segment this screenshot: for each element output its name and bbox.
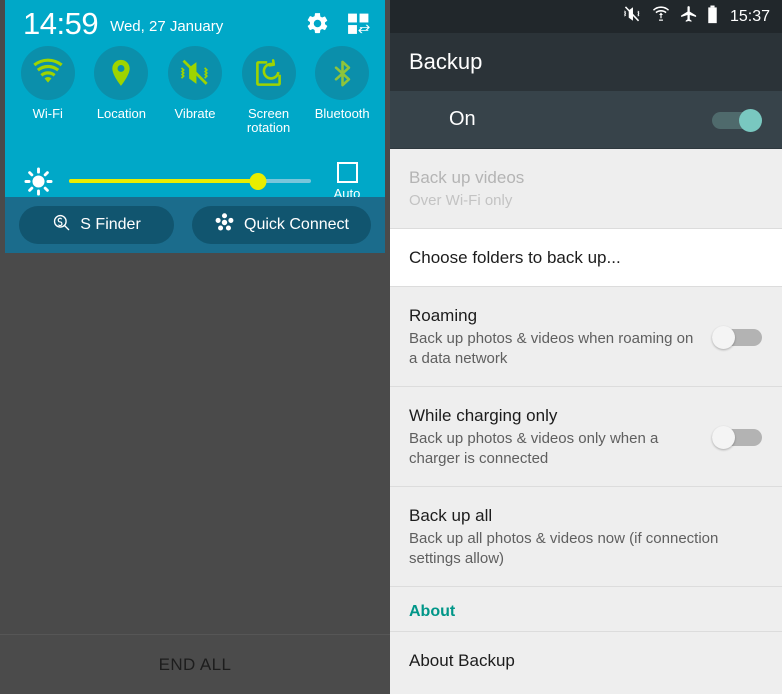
status-bar-clock: 15:37 xyxy=(729,7,770,25)
end-all-bar[interactable]: END ALL xyxy=(0,634,390,694)
settings-row-back-up-videos: Back up videos Over Wi-Fi only xyxy=(390,149,782,228)
airplane-mode-icon xyxy=(679,5,698,29)
settings-row-choose-folders[interactable]: Choose folders to back up... xyxy=(390,229,782,286)
toggle-knob xyxy=(712,325,735,349)
quick-toggle-bluetooth[interactable]: Bluetooth xyxy=(305,46,379,156)
location-pin-icon xyxy=(112,59,131,86)
quick-connect-icon xyxy=(214,212,235,238)
settings-row-roaming[interactable]: Roaming Back up photos & videos when roam… xyxy=(390,287,782,386)
row-title: Roaming xyxy=(409,306,478,325)
quick-toggle-label: Wi-Fi xyxy=(32,106,63,121)
backup-settings-panel: 15:37 Backup On Back up videos Over Wi-Fi… xyxy=(390,0,782,694)
settings-list: Back up videos Over Wi-Fi only Choose fold… xyxy=(390,149,782,689)
row-subtitle: Over Wi-Fi only xyxy=(409,192,513,209)
quick-toggle-label: Bluetooth xyxy=(314,106,370,121)
toggle-circle xyxy=(94,46,149,100)
quick-toggle-vibrate[interactable]: Vibrate xyxy=(158,46,232,156)
row-title: Back up videos xyxy=(409,168,525,187)
backup-master-label: On xyxy=(449,108,476,130)
shade-action-bar: S Finder Quick Connect xyxy=(5,197,385,253)
row-title: Back up all xyxy=(409,506,493,525)
toggle-circle xyxy=(241,46,296,100)
quick-toggle-label: Vibrate xyxy=(174,106,216,121)
auto-brightness-checkbox[interactable] xyxy=(336,161,358,183)
brightness-slider[interactable] xyxy=(69,171,311,191)
backup-master-toggle[interactable] xyxy=(712,108,762,132)
settings-row-while-charging-only[interactable]: While charging only Back up photos & vide… xyxy=(390,387,782,486)
brightness-sun-icon xyxy=(21,166,55,196)
s-finder-button[interactable]: S Finder xyxy=(19,206,175,244)
section-header-about: About xyxy=(390,587,782,631)
settings-row-about-backup[interactable]: About Backup xyxy=(390,632,782,689)
shade-clock: 14:59 xyxy=(23,5,99,41)
quick-connect-label: Quick Connect xyxy=(244,216,349,233)
toggle-knob xyxy=(739,108,762,132)
toggle-circle xyxy=(167,46,222,100)
row-title: About Backup xyxy=(409,651,515,670)
system-status-bar: 15:37 xyxy=(390,0,782,33)
slider-fill xyxy=(69,179,258,183)
toggle-circle xyxy=(20,46,75,100)
row-subtitle: Back up photos & videos when roaming on … xyxy=(409,330,694,367)
vibrate-mute-icon xyxy=(180,59,208,85)
page-title: Backup xyxy=(409,49,483,74)
slider-knob[interactable] xyxy=(249,172,267,190)
quick-toggle-wifi[interactable]: Wi-Fi xyxy=(11,46,85,156)
action-bar: Backup xyxy=(390,33,782,91)
quick-settings-edit-icon[interactable] xyxy=(346,11,371,36)
brightness-auto-control[interactable]: Auto xyxy=(325,161,369,201)
screenshot-root: 14:59 Wed, 27 January Wi-Fi Location Vib… xyxy=(0,0,782,694)
section-header-label: About xyxy=(409,603,456,620)
quick-toggle-row: Wi-Fi Location Vibrate Screen rotation B… xyxy=(5,46,385,156)
quick-settings-shade: 14:59 Wed, 27 January Wi-Fi Location Vib… xyxy=(5,0,385,253)
row-title: Choose folders to back up... xyxy=(409,248,621,267)
quick-connect-button[interactable]: Quick Connect xyxy=(192,206,371,244)
quick-toggle-label-line1: Screen xyxy=(247,106,290,121)
row-title: While charging only xyxy=(409,406,558,425)
vibrate-mute-icon xyxy=(621,5,643,28)
quick-toggle-screen-rotation[interactable]: Screen rotation xyxy=(232,46,306,156)
wifi-transfer-icon xyxy=(652,5,670,28)
toggle-roaming[interactable] xyxy=(712,325,762,349)
s-finder-search-icon xyxy=(52,213,71,237)
row-subtitle: Back up photos & videos only when a char… xyxy=(409,430,659,467)
wifi-icon xyxy=(33,58,63,83)
row-text: Choose folders to back up... xyxy=(409,246,762,269)
quick-toggle-location[interactable]: Location xyxy=(85,46,159,156)
shade-status-bar: 14:59 Wed, 27 January xyxy=(5,0,385,46)
quick-settings-panel: 14:59 Wed, 27 January Wi-Fi Location Vib… xyxy=(0,0,390,694)
toggle-while-charging-only[interactable] xyxy=(712,425,762,449)
row-text: Roaming Back up photos & videos when roam… xyxy=(409,304,712,369)
screen-rotation-icon xyxy=(256,58,281,86)
quick-toggle-label-line2: rotation xyxy=(246,120,291,135)
quick-toggle-label: Screen rotation xyxy=(247,107,290,135)
bluetooth-icon xyxy=(334,60,350,86)
row-subtitle: Back up all photos & videos now (if conn… xyxy=(409,530,719,567)
shade-date: Wed, 27 January xyxy=(110,17,224,35)
toggle-circle xyxy=(315,46,370,100)
settings-row-back-up-all[interactable]: Back up all Back up all photos & videos n… xyxy=(390,487,782,586)
row-text: Back up videos Over Wi-Fi only xyxy=(409,166,762,211)
toggle-knob xyxy=(712,425,735,449)
row-text: While charging only Back up photos & vide… xyxy=(409,404,712,469)
row-text: About Backup xyxy=(409,649,762,672)
s-finder-label: S Finder xyxy=(80,216,141,233)
backup-master-switch-row[interactable]: On xyxy=(390,91,782,149)
battery-icon xyxy=(707,5,718,29)
quick-toggle-label: Location xyxy=(96,106,146,121)
gear-icon[interactable] xyxy=(305,11,330,36)
row-text: Back up all Back up all photos & videos n… xyxy=(409,504,762,569)
end-all-label: END ALL xyxy=(158,654,232,674)
